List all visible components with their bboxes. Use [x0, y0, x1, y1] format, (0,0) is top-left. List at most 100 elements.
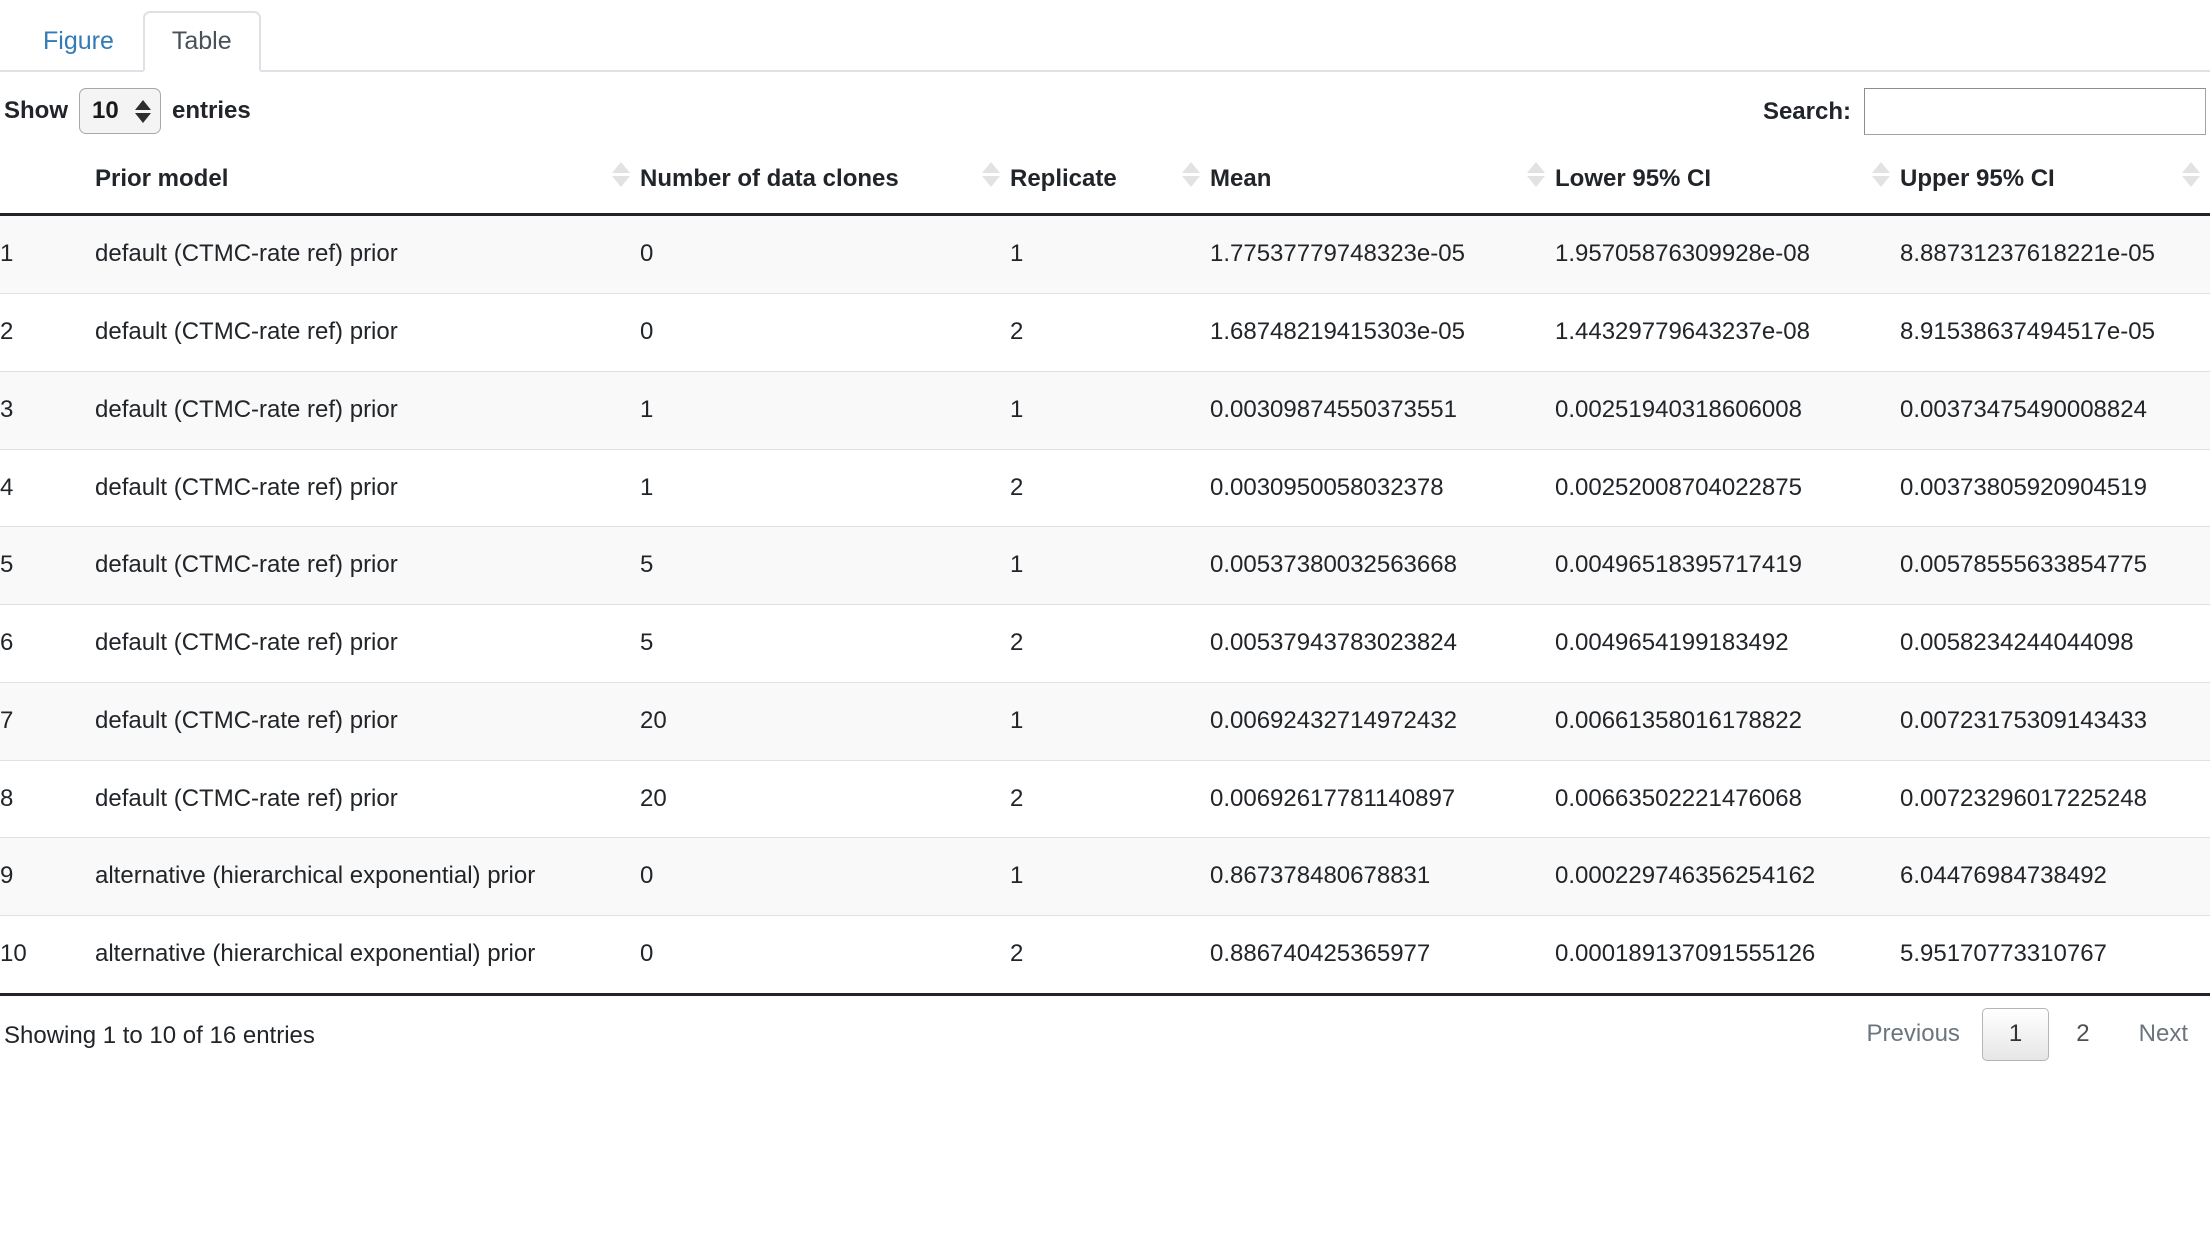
pagination-page-2[interactable]: 2: [2049, 1008, 2116, 1061]
table-row: 10alternative (hierarchical exponential)…: [0, 916, 2210, 993]
cell-mean: 1.77537779748323e-05: [1210, 215, 1555, 294]
cell-replicate: 1: [1010, 371, 1210, 449]
cell-replicate: 2: [1010, 760, 1210, 838]
cell-mean: 0.00692617781140897: [1210, 760, 1555, 838]
page-length-stepper[interactable]: 10: [79, 88, 161, 134]
row-index: 8: [0, 760, 95, 838]
cell-prior-model: default (CTMC-rate ref) prior: [95, 682, 640, 760]
column-header-prior-model-label: Prior model: [95, 165, 228, 192]
show-label: Show: [4, 97, 68, 125]
cell-replicate: 2: [1010, 916, 1210, 993]
row-index: 4: [0, 449, 95, 527]
column-header-upper-ci[interactable]: Upper 95% CI: [1900, 144, 2210, 215]
cell-lower-ci: 1.95705876309928e-08: [1555, 215, 1900, 294]
cell-upper-ci: 8.91538637494517e-05: [1900, 293, 2210, 371]
table-body: 1default (CTMC-rate ref) prior011.775377…: [0, 215, 2210, 993]
tab-figure[interactable]: Figure: [14, 11, 143, 72]
cell-prior-model: default (CTMC-rate ref) prior: [95, 449, 640, 527]
cell-mean: 0.867378480678831: [1210, 838, 1555, 916]
tab-table[interactable]: Table: [143, 11, 261, 72]
cell-mean: 0.00537380032563668: [1210, 527, 1555, 605]
sort-icon[interactable]: [1872, 159, 1890, 189]
cell-mean: 0.00692432714972432: [1210, 682, 1555, 760]
row-index: 2: [0, 293, 95, 371]
table-row: 9alternative (hierarchical exponential) …: [0, 838, 2210, 916]
cell-lower-ci: 0.000189137091555126: [1555, 916, 1900, 993]
tab-strip: Figure Table: [0, 0, 2210, 72]
cell-prior-model: default (CTMC-rate ref) prior: [95, 371, 640, 449]
cell-prior-model: alternative (hierarchical exponential) p…: [95, 838, 640, 916]
stepper-up-icon[interactable]: [135, 100, 151, 110]
stepper-down-icon[interactable]: [135, 113, 151, 123]
pagination: Previous 1 2 Next: [1845, 1008, 2210, 1061]
cell-upper-ci: 8.88731237618221e-05: [1900, 215, 2210, 294]
sort-icon[interactable]: [1527, 159, 1545, 189]
table-row: 3default (CTMC-rate ref) prior110.003098…: [0, 371, 2210, 449]
column-header-index: [0, 144, 95, 215]
table-header: Prior model Number of data clones Replic…: [0, 144, 2210, 215]
cell-prior-model: default (CTMC-rate ref) prior: [95, 527, 640, 605]
cell-lower-ci: 1.44329779643237e-08: [1555, 293, 1900, 371]
cell-prior-model: default (CTMC-rate ref) prior: [95, 293, 640, 371]
table-header-row: Prior model Number of data clones Replic…: [0, 144, 2210, 215]
cell-upper-ci: 0.00373805920904519: [1900, 449, 2210, 527]
cell-data-clones: 5: [640, 527, 1010, 605]
column-header-replicate[interactable]: Replicate: [1010, 144, 1210, 215]
cell-replicate: 1: [1010, 838, 1210, 916]
column-header-lower-ci[interactable]: Lower 95% CI: [1555, 144, 1900, 215]
column-header-upper-ci-label: Upper 95% CI: [1900, 165, 2055, 192]
pagination-next[interactable]: Next: [2117, 1008, 2210, 1061]
cell-replicate: 2: [1010, 293, 1210, 371]
cell-lower-ci: 0.00252008704022875: [1555, 449, 1900, 527]
cell-lower-ci: 0.00496518395717419: [1555, 527, 1900, 605]
cell-mean: 1.68748219415303e-05: [1210, 293, 1555, 371]
cell-data-clones: 1: [640, 449, 1010, 527]
cell-data-clones: 5: [640, 605, 1010, 683]
results-table: Prior model Number of data clones Replic…: [0, 144, 2210, 993]
cell-upper-ci: 0.00723175309143433: [1900, 682, 2210, 760]
cell-mean: 0.0030950058032378: [1210, 449, 1555, 527]
cell-replicate: 1: [1010, 215, 1210, 294]
cell-replicate: 2: [1010, 449, 1210, 527]
cell-prior-model: default (CTMC-rate ref) prior: [95, 215, 640, 294]
pagination-previous[interactable]: Previous: [1845, 1008, 1982, 1061]
entries-label: entries: [172, 97, 251, 125]
search-input[interactable]: [1864, 88, 2206, 135]
table-footer: Showing 1 to 10 of 16 entries Previous 1…: [0, 993, 2210, 1089]
column-header-lower-ci-label: Lower 95% CI: [1555, 165, 1711, 192]
row-index: 1: [0, 215, 95, 294]
table-row: 8default (CTMC-rate ref) prior2020.00692…: [0, 760, 2210, 838]
cell-data-clones: 1: [640, 371, 1010, 449]
table-controls: Show 10 entries Search:: [0, 72, 2210, 144]
column-header-number-of-data-clones[interactable]: Number of data clones: [640, 144, 1010, 215]
pagination-page-1[interactable]: 1: [1982, 1008, 2049, 1061]
cell-lower-ci: 0.00663502221476068: [1555, 760, 1900, 838]
tab-figure-label: Figure: [43, 27, 114, 55]
sort-icon[interactable]: [982, 159, 1000, 189]
row-index: 7: [0, 682, 95, 760]
cell-mean: 0.00309874550373551: [1210, 371, 1555, 449]
sort-icon[interactable]: [612, 159, 630, 189]
row-index: 6: [0, 605, 95, 683]
column-header-prior-model[interactable]: Prior model: [95, 144, 640, 215]
column-header-mean[interactable]: Mean: [1210, 144, 1555, 215]
column-header-number-of-data-clones-label: Number of data clones: [640, 165, 899, 192]
cell-upper-ci: 6.04476984738492: [1900, 838, 2210, 916]
table-row: 7default (CTMC-rate ref) prior2010.00692…: [0, 682, 2210, 760]
cell-data-clones: 20: [640, 682, 1010, 760]
cell-upper-ci: 5.95170773310767: [1900, 916, 2210, 993]
cell-lower-ci: 0.00251940318606008: [1555, 371, 1900, 449]
stepper-arrows-icon[interactable]: [135, 100, 151, 123]
cell-prior-model: default (CTMC-rate ref) prior: [95, 760, 640, 838]
search-control: Search:: [1763, 88, 2206, 135]
sort-icon[interactable]: [1182, 159, 1200, 189]
cell-lower-ci: 0.00661358016178822: [1555, 682, 1900, 760]
cell-prior-model: alternative (hierarchical exponential) p…: [95, 916, 640, 993]
sort-icon[interactable]: [2182, 159, 2200, 189]
row-index: 10: [0, 916, 95, 993]
row-index: 9: [0, 838, 95, 916]
table-row: 2default (CTMC-rate ref) prior021.687482…: [0, 293, 2210, 371]
page-length-value: 10: [92, 97, 119, 125]
cell-upper-ci: 0.00578555633854775: [1900, 527, 2210, 605]
row-index: 3: [0, 371, 95, 449]
